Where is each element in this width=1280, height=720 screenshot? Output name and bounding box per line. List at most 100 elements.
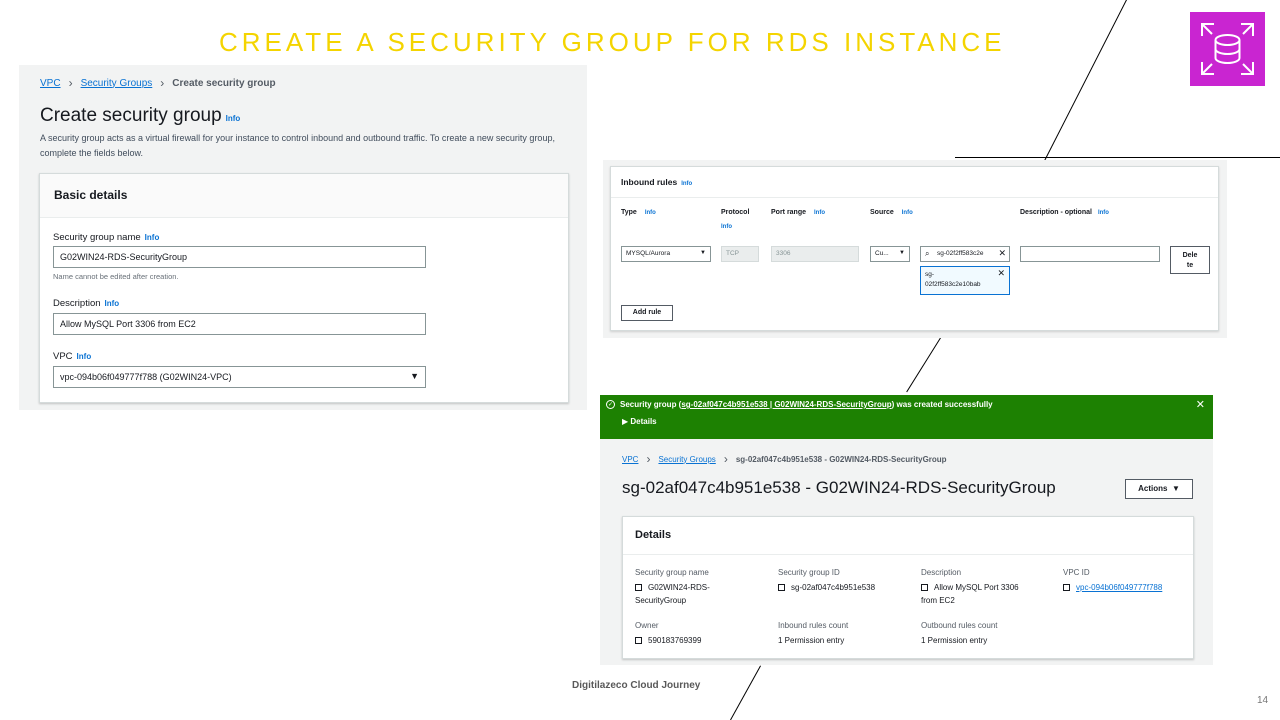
rule-source-type-select[interactable]: Cu... ▼ xyxy=(870,246,910,262)
vpc-label-text: VPC xyxy=(53,351,73,362)
info-link[interactable]: Info xyxy=(226,114,241,123)
flash-details-toggle[interactable]: ▶ Details xyxy=(622,417,657,426)
col-description-text: Description - optional xyxy=(1020,209,1092,216)
create-security-group-panel: VPC › Security Groups › Create security … xyxy=(19,65,587,410)
card-header: Details xyxy=(623,517,1193,555)
sg-id-value: sg-02af047c4b951e538 xyxy=(778,581,875,594)
col-protocol-text: Protocol xyxy=(721,209,750,216)
decorative-line xyxy=(1044,0,1127,161)
breadcrumb-security-groups-link[interactable]: Security Groups xyxy=(658,455,715,464)
owner-text: 590183769399 xyxy=(648,636,702,645)
outbound-count-value: 1 Permission entry xyxy=(921,636,988,645)
actions-label: Actions xyxy=(1138,484,1168,493)
info-link[interactable]: Info xyxy=(814,210,825,216)
sg-name-label: Security group name Info xyxy=(53,232,159,243)
vpc-id-link[interactable]: vpc-094b06f049777f788 xyxy=(1076,583,1162,592)
page-title: sg-02af047c4b951e538 - G02WIN24-RDS-Secu… xyxy=(622,478,1056,497)
card-header: Basic details xyxy=(40,174,568,218)
sg-name-input[interactable]: G02WIN24-RDS-SecurityGroup xyxy=(53,246,426,268)
copy-icon[interactable] xyxy=(1063,584,1070,591)
source-token-line2: 02f2ff583c2e10bab xyxy=(925,281,981,288)
check-circle-icon: ✓ xyxy=(606,400,615,409)
sg-id-label: Security group ID xyxy=(778,568,840,577)
inbound-rules-panel: Inbound rules Info Type Info Protocol Info … xyxy=(603,160,1227,338)
search-icon: ⌕ xyxy=(925,249,930,258)
sg-name-label-text: Security group name xyxy=(53,232,141,243)
breadcrumb-vpc-link[interactable]: VPC xyxy=(622,455,638,464)
info-link[interactable]: Info xyxy=(681,181,692,187)
source-token-line1: sg- xyxy=(925,271,935,278)
breadcrumb-security-groups-link[interactable]: Security Groups xyxy=(81,78,153,89)
rule-port-field: 3306 xyxy=(771,246,859,262)
col-type-text: Type xyxy=(621,209,637,216)
info-link[interactable]: Info xyxy=(1098,210,1109,216)
info-link[interactable]: Info xyxy=(645,210,656,216)
decorative-line xyxy=(730,665,761,720)
flash-prefix: Security group ( xyxy=(620,400,682,409)
outbound-count-label: Outbound rules count xyxy=(921,621,998,630)
chevron-right-icon: › xyxy=(68,76,73,90)
description-input[interactable]: Allow MySQL Port 3306 from EC2 xyxy=(53,313,426,335)
divider xyxy=(611,197,1218,198)
inbound-rules-title: Inbound rules Info xyxy=(621,177,692,187)
caret-down-icon: ▼ xyxy=(410,371,419,381)
rule-source-type-value: Cu... xyxy=(875,250,889,257)
info-link[interactable]: Info xyxy=(902,210,913,216)
description-line1: Allow MySQL Port 3306 xyxy=(934,583,1019,592)
col-protocol: Protocol Info xyxy=(721,209,749,238)
chevron-right-icon: › xyxy=(646,452,651,466)
decorative-line xyxy=(906,337,941,393)
info-link[interactable]: Info xyxy=(721,224,732,230)
clear-icon[interactable]: ✕ xyxy=(998,248,1006,259)
remove-token-icon[interactable]: ✕ xyxy=(997,268,1005,278)
sg-name-value: G02WIN24-RDS- SecurityGroup xyxy=(635,581,710,607)
breadcrumb-current: sg-02af047c4b951e538 - G02WIN24-RDS-Secu… xyxy=(735,454,947,464)
copy-icon[interactable] xyxy=(635,584,642,591)
inbound-rules-title-text: Inbound rules xyxy=(621,177,678,187)
sg-id-text: sg-02af047c4b951e538 xyxy=(791,583,876,592)
add-rule-button[interactable]: Add rule xyxy=(621,305,673,321)
col-source-text: Source xyxy=(870,209,894,216)
flash-details-label: Details xyxy=(630,417,657,426)
slide-title: CREATE A SECURITY GROUP FOR RDS INSTANCE xyxy=(219,27,1006,57)
caret-down-icon: ▼ xyxy=(700,250,706,256)
copy-icon[interactable] xyxy=(635,637,642,644)
breadcrumb: VPC › Security Groups › Create security … xyxy=(40,76,276,90)
breadcrumb-current: Create security group xyxy=(172,77,276,89)
description-label-text: Description xyxy=(53,298,101,309)
caret-right-icon: ▶ xyxy=(622,417,629,426)
col-port-range: Port range Info xyxy=(771,209,825,216)
delete-line1: Dele xyxy=(1182,252,1198,259)
rule-protocol-field: TCP xyxy=(721,246,759,262)
delete-rule-button[interactable]: Dele te xyxy=(1170,246,1210,274)
vpc-label: VPC Info xyxy=(53,351,91,362)
actions-button[interactable]: Actions ▼ xyxy=(1125,479,1193,499)
source-token: sg- 02f2ff583c2e10bab ✕ xyxy=(920,266,1010,295)
col-source: Source Info xyxy=(870,209,913,216)
success-flash-banner: ✓ Security group (sg-02af047c4b951e538 |… xyxy=(600,395,1213,439)
copy-icon[interactable] xyxy=(778,584,785,591)
sg-name-hint: Name cannot be edited after creation. xyxy=(53,272,179,281)
flash-sg-link[interactable]: sg-02af047c4b951e538 | G02WIN24-RDS-Secu… xyxy=(681,400,891,409)
inbound-rules-card: Inbound rules Info Type Info Protocol Info … xyxy=(610,166,1219,331)
info-link[interactable]: Info xyxy=(105,299,120,308)
info-link[interactable]: Info xyxy=(77,352,92,361)
breadcrumb: VPC › Security Groups › sg-02af047c4b951… xyxy=(622,452,947,466)
rule-source-search[interactable]: ⌕ sg-02f2ff583c2e ✕ xyxy=(920,246,1010,262)
breadcrumb-vpc-link[interactable]: VPC xyxy=(40,78,61,89)
rule-type-select[interactable]: MYSQL/Aurora ▼ xyxy=(621,246,711,262)
footer-brand: Digitilazeco Cloud Journey xyxy=(572,680,701,691)
page-title-text: Create security group xyxy=(40,105,222,126)
description-label: Description xyxy=(921,568,962,577)
caret-down-icon: ▼ xyxy=(1171,484,1180,493)
close-icon[interactable]: ✕ xyxy=(1196,398,1205,411)
owner-value: 590183769399 xyxy=(635,634,701,647)
rule-description-input[interactable] xyxy=(1020,246,1160,262)
details-card: Details Security group name G02WIN24-RDS… xyxy=(622,516,1194,659)
security-group-details-panel: ✓ Security group (sg-02af047c4b951e538 |… xyxy=(600,395,1213,665)
vpc-id-value: vpc-094b06f049777f788 xyxy=(1063,581,1162,594)
info-link[interactable]: Info xyxy=(145,233,160,242)
vpc-select[interactable]: vpc-094b06f049777f788 (G02WIN24-VPC) ▼ xyxy=(53,366,426,388)
copy-icon[interactable] xyxy=(921,584,928,591)
col-description: Description - optional Info xyxy=(1020,209,1109,216)
